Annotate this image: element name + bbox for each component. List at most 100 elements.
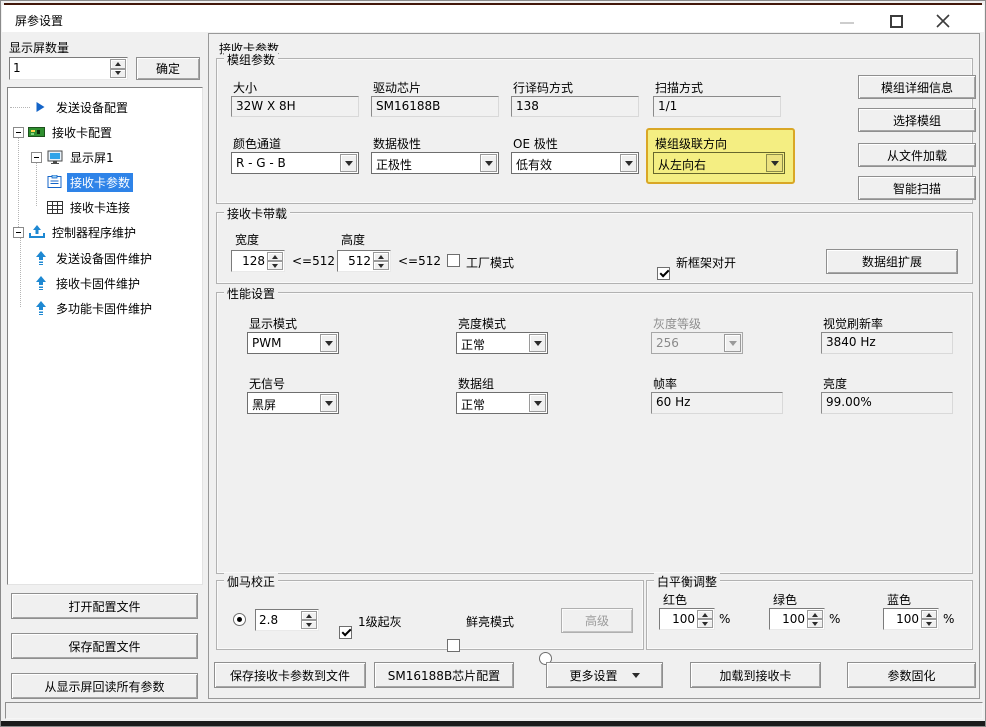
window-bottom-edge — [1, 721, 985, 726]
frame-rate-label: 帧率 — [653, 375, 677, 392]
oe-polarity-select[interactable]: 低有效 — [511, 152, 639, 174]
gray-level-label: 灰度等级 — [653, 315, 701, 332]
cascade-direction-select[interactable]: 从左向右 — [653, 152, 785, 174]
window-title: 屏参设置 — [15, 12, 63, 29]
tree-item-receiving-card-params[interactable]: 接收卡参数 — [46, 171, 133, 193]
red-spinner[interactable]: 100 — [659, 608, 715, 630]
collapse-icon[interactable] — [31, 152, 42, 163]
load-to-card-button[interactable]: 加载到接收卡 — [690, 662, 821, 688]
visual-refresh-label: 视觉刷新率 — [823, 315, 883, 332]
tree-item-multifunction-card-firmware[interactable]: 多功能卡固件维护 — [32, 297, 155, 319]
height-spinner[interactable]: 512 — [337, 250, 391, 272]
vivid-mode-checkbox[interactable] — [447, 639, 460, 652]
tree-item-send-device-config[interactable]: 发送设备配置 — [32, 96, 131, 118]
spinner-up-icon[interactable] — [921, 610, 937, 619]
spinner-down-icon[interactable] — [697, 619, 713, 628]
play-icon — [32, 99, 49, 115]
data-polarity-label: 数据极性 — [373, 135, 421, 152]
open-config-file-button[interactable]: 打开配置文件 — [11, 593, 198, 619]
ok-button[interactable]: 确定 — [136, 57, 200, 80]
spinner-up-icon[interactable] — [373, 252, 389, 261]
factory-mode-checkbox[interactable] — [447, 254, 460, 267]
smart-scan-button[interactable]: 智能扫描 — [858, 176, 976, 200]
upload-tray-icon — [28, 224, 45, 240]
solidify-params-button[interactable]: 参数固化 — [847, 662, 976, 688]
save-config-file-button[interactable]: 保存配置文件 — [11, 633, 198, 659]
gamma-spinner[interactable]: 2.8 — [255, 609, 319, 631]
chip-config-button[interactable]: SM16188B芯片配置 — [374, 662, 514, 688]
tree-item-receiving-card-config[interactable]: 接收卡配置 — [13, 121, 115, 143]
no-signal-select[interactable]: 黑屏 — [247, 392, 339, 414]
save-params-to-file-button[interactable]: 保存接收卡参数到文件 — [214, 662, 366, 688]
new-frame-checkbox[interactable] — [657, 267, 670, 280]
chevron-down-icon[interactable] — [340, 154, 357, 172]
spinner-down-icon[interactable] — [807, 619, 823, 628]
driver-chip-label: 驱动芯片 — [373, 79, 421, 96]
tree-item-receiving-card-connection[interactable]: 接收卡连接 — [46, 196, 133, 218]
data-group-expand-button[interactable]: 数据组扩展 — [826, 249, 958, 274]
spinner-up-icon[interactable] — [697, 610, 713, 619]
tree-connector — [18, 133, 19, 229]
cascade-direction-label: 模组级联方向 — [655, 135, 727, 152]
chevron-down-icon[interactable] — [529, 334, 546, 352]
spinner-up-icon[interactable] — [267, 252, 283, 261]
collapse-icon[interactable] — [13, 227, 24, 238]
close-icon[interactable] — [935, 13, 951, 29]
tree-item-send-device-firmware[interactable]: 发送设备固件维护 — [32, 247, 155, 269]
spinner-down-icon[interactable] — [267, 261, 283, 270]
data-group-select[interactable]: 正常 — [456, 392, 548, 414]
chevron-down-icon[interactable] — [529, 394, 546, 412]
brightness-mode-select[interactable]: 正常 — [456, 332, 548, 354]
minimize-icon — [840, 22, 854, 24]
brightness-label: 亮度 — [823, 375, 847, 392]
display-count-value[interactable]: 1 — [13, 61, 108, 75]
green-spinner[interactable]: 100 — [769, 608, 825, 630]
spinner-up-icon[interactable] — [110, 59, 126, 69]
collapse-icon[interactable] — [13, 127, 24, 138]
spinner-down-icon[interactable] — [110, 69, 126, 79]
spinner-down-icon[interactable] — [921, 619, 937, 628]
tree-item-receiving-card-firmware[interactable]: 接收卡固件维护 — [32, 272, 143, 294]
height-limit-label: <=512 — [398, 254, 441, 268]
chevron-down-icon[interactable] — [480, 154, 497, 172]
spinner-down-icon[interactable] — [373, 261, 389, 270]
module-detail-button[interactable]: 模组详细信息 — [858, 75, 976, 99]
more-settings-button[interactable]: 更多设置 — [546, 662, 663, 688]
chevron-down-icon[interactable] — [620, 154, 637, 172]
display-count-spinner[interactable]: 1 — [9, 57, 128, 80]
color-channel-select[interactable]: R - G - B — [231, 152, 359, 174]
gamma-value-radio[interactable] — [233, 613, 246, 626]
frame-rate-field: 60 Hz — [651, 392, 783, 414]
red-unit-label: % — [719, 612, 730, 626]
readback-all-params-button[interactable]: 从显示屏回读所有参数 — [11, 673, 198, 699]
spinner-up-icon[interactable] — [301, 611, 317, 620]
chevron-down-icon[interactable] — [766, 154, 783, 172]
spinner-down-icon[interactable] — [301, 620, 317, 629]
new-frame-label: 新框架对开 — [676, 254, 736, 271]
data-polarity-select[interactable]: 正极性 — [371, 152, 499, 174]
row-decode-field: 138 — [511, 96, 639, 117]
row-decode-label: 行译码方式 — [513, 79, 573, 96]
tree-item-display1[interactable]: 显示屏1 — [31, 146, 117, 168]
more-settings-label: 更多设置 — [569, 667, 617, 684]
width-limit-label: <=512 — [292, 254, 335, 268]
spinner-up-icon[interactable] — [807, 610, 823, 619]
green-unit-label: % — [829, 612, 840, 626]
tree-item-controller-maintenance[interactable]: 控制器程序维护 — [13, 221, 139, 243]
gamma-group: 伽马校正 2.8 1级起灰 鲜亮模式 高级 — [216, 580, 644, 650]
blue-spinner[interactable]: 100 — [883, 608, 939, 630]
brightness-field: 99.00% — [821, 392, 953, 414]
gray-start-checkbox[interactable] — [339, 626, 352, 639]
chevron-down-icon[interactable] — [320, 394, 337, 412]
chevron-down-icon[interactable] — [320, 334, 337, 352]
width-spinner[interactable]: 128 — [231, 250, 285, 272]
vivid-mode-label: 鲜亮模式 — [466, 613, 514, 630]
performance-group-title: 性能设置 — [224, 285, 278, 302]
select-module-button[interactable]: 选择模组 — [858, 108, 976, 132]
visual-refresh-field: 3840 Hz — [821, 332, 953, 354]
data-group-label: 数据组 — [458, 375, 494, 392]
load-from-file-button[interactable]: 从文件加载 — [858, 143, 976, 167]
grid-icon — [46, 199, 63, 215]
maximize-icon[interactable] — [890, 15, 903, 28]
display-mode-select[interactable]: PWM — [247, 332, 339, 354]
